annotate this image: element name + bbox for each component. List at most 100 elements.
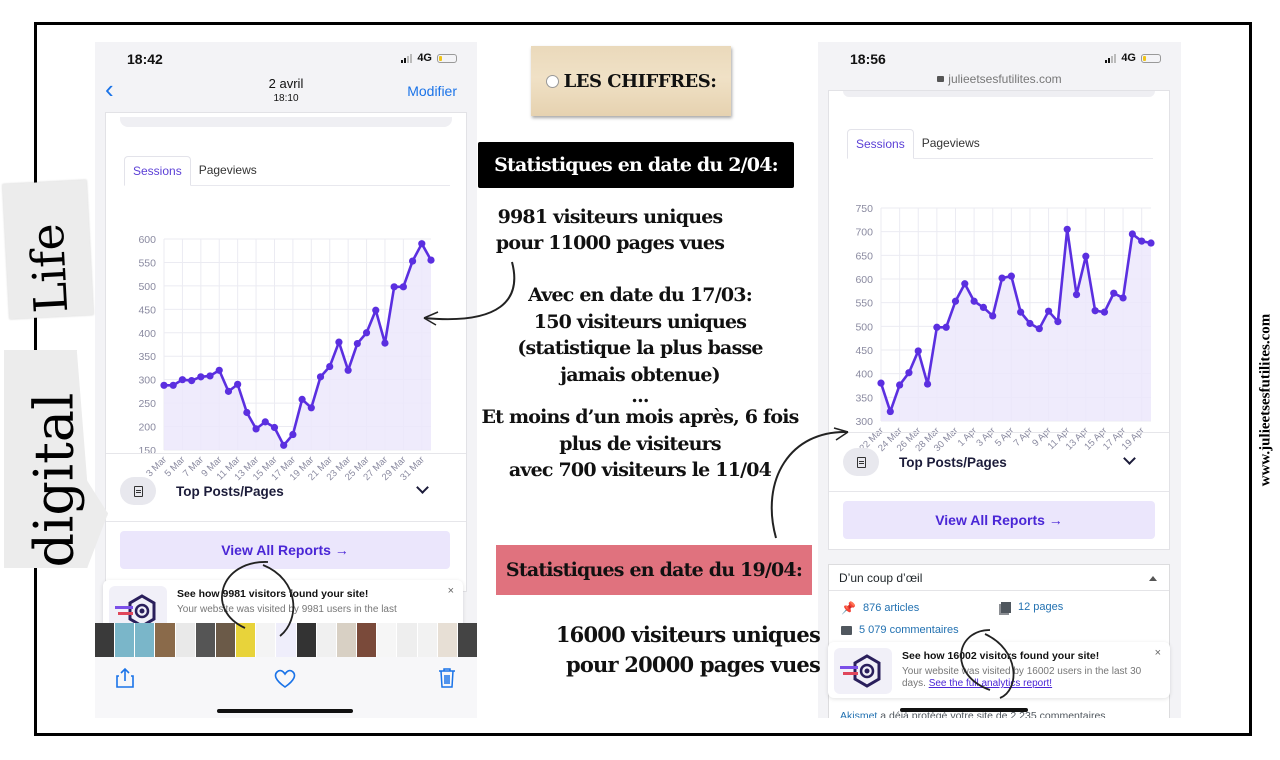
- photo-thumbnail[interactable]: [357, 623, 377, 657]
- comments-count[interactable]: 5 079 commentaires: [859, 624, 959, 636]
- tab-pageviews[interactable]: Pageviews: [191, 156, 265, 185]
- akismet-link[interactable]: Akismet: [840, 710, 877, 718]
- network-label: 4G: [1121, 52, 1136, 64]
- data-point: [427, 256, 435, 264]
- data-point: [877, 379, 885, 387]
- analytics-logo-icon: [840, 654, 881, 688]
- data-point: [188, 377, 196, 385]
- card-header-strip: [120, 117, 452, 127]
- photo-thumbnail[interactable]: [316, 623, 336, 657]
- collapse-triangle-icon[interactable]: [1149, 576, 1157, 581]
- photo-thumbnail-strip[interactable]: [95, 623, 477, 657]
- tab-sessions[interactable]: Sessions: [124, 156, 191, 186]
- divider: [829, 432, 1169, 433]
- y-tick-label: 600: [855, 274, 873, 286]
- photo-thumbnail[interactable]: [195, 623, 215, 657]
- site-url-vertical: www.julieetsesfutilites.com: [1257, 313, 1274, 487]
- data-point: [215, 366, 223, 374]
- at-a-glance-header[interactable]: D’un coup d’œil: [829, 565, 1169, 591]
- y-tick-label: 550: [855, 298, 873, 310]
- photo-thumbnail[interactable]: [377, 623, 397, 657]
- close-icon[interactable]: ×: [1155, 647, 1161, 659]
- y-tick-label: 350: [855, 392, 873, 404]
- stats-0204: 9981 visiteurs uniques pour 11000 pages …: [470, 204, 750, 256]
- data-point: [1072, 291, 1081, 299]
- heart-icon[interactable]: [273, 669, 297, 689]
- photo-thumbnail[interactable]: [397, 623, 417, 657]
- data-point: [252, 425, 260, 433]
- trash-icon[interactable]: [437, 667, 457, 689]
- chart-tabs: Sessions Pageviews: [124, 156, 450, 186]
- photo-thumbnail[interactable]: [296, 623, 316, 657]
- story-line: 150 visiteurs uniques: [533, 310, 747, 333]
- photo-thumbnail[interactable]: [155, 623, 175, 657]
- data-point: [326, 362, 334, 371]
- data-point: [280, 441, 288, 449]
- tab-pageviews[interactable]: Pageviews: [914, 129, 988, 158]
- stat-line: 9981 visiteurs uniques: [497, 206, 724, 228]
- photo-thumbnail[interactable]: [135, 623, 155, 657]
- articles-count[interactable]: 876 articles: [863, 602, 919, 614]
- data-point: [261, 418, 269, 426]
- photo-thumbnail[interactable]: [256, 623, 276, 657]
- chevron-down-icon[interactable]: [416, 481, 429, 494]
- data-point: [160, 381, 168, 389]
- data-point: [399, 283, 407, 291]
- story-line: plus de visiteurs: [559, 432, 721, 455]
- word-digital: digital: [22, 392, 86, 568]
- data-point: [289, 430, 297, 439]
- photo-thumbnail[interactable]: [175, 623, 195, 657]
- share-icon[interactable]: [115, 667, 135, 689]
- data-point: [234, 380, 242, 388]
- photo-thumbnail[interactable]: [457, 623, 477, 657]
- photo-thumbnail[interactable]: [215, 623, 236, 657]
- photo-thumbnail[interactable]: [437, 623, 457, 657]
- status-bar: 18:56 4G: [818, 42, 1181, 74]
- photo-thumbnail[interactable]: [115, 623, 135, 657]
- story-line: ...: [631, 385, 649, 407]
- status-time: 18:42: [127, 51, 163, 67]
- data-point: [270, 423, 279, 432]
- photo-thumbnail[interactable]: [417, 623, 437, 657]
- data-point: [905, 369, 913, 377]
- browser-url-bar[interactable]: julieetsesfutilites.com: [818, 72, 1181, 86]
- status-bar: 18:42 4G: [95, 42, 477, 74]
- chevron-down-icon[interactable]: [1123, 452, 1136, 465]
- pages-count[interactable]: 12 pages: [1018, 601, 1063, 613]
- photo-toolbar: [95, 657, 477, 718]
- top-posts-row[interactable]: Top Posts/Pages: [843, 448, 1007, 476]
- data-point: [1026, 319, 1034, 328]
- close-icon[interactable]: ×: [448, 585, 454, 597]
- photo-thumbnail[interactable]: [236, 623, 256, 657]
- full-report-link[interactable]: See the full analytics report!: [929, 678, 1052, 689]
- y-tick-label: 500: [855, 321, 873, 333]
- photo-thumbnail[interactable]: [336, 623, 357, 657]
- data-point: [1017, 308, 1025, 316]
- data-point: [998, 274, 1006, 282]
- y-tick-label: 150: [138, 445, 156, 457]
- story-line: Et moins d’un mois après, 6 fois: [481, 406, 799, 428]
- view-all-reports-button[interactable]: View All Reports →: [120, 531, 450, 569]
- document-icon: [133, 485, 143, 497]
- edit-button[interactable]: Modifier: [407, 83, 457, 99]
- comments-link[interactable]: 5 079 commentaires: [841, 624, 959, 636]
- story-line: Avec en date du 17/03:: [528, 284, 753, 306]
- phone-screenshot-right: 18:56 4G julieetsesfutilites.com Session…: [818, 42, 1181, 718]
- data-point: [979, 303, 988, 311]
- tab-sessions[interactable]: Sessions: [847, 129, 914, 159]
- url-text: julieetsesfutilites.com: [948, 72, 1062, 86]
- photo-thumbnail[interactable]: [95, 623, 115, 657]
- data-point: [206, 372, 214, 380]
- y-tick-label: 650: [855, 250, 873, 262]
- view-all-reports-button[interactable]: View All Reports →: [843, 501, 1155, 539]
- top-posts-row[interactable]: Top Posts/Pages: [120, 477, 284, 505]
- story-line: (statistique la plus basse: [517, 337, 763, 359]
- data-point: [1100, 308, 1109, 316]
- divider: [106, 453, 466, 454]
- document-icon-badge: [843, 448, 879, 476]
- data-point: [961, 280, 969, 288]
- data-point: [307, 404, 315, 412]
- photo-thumbnail[interactable]: [276, 623, 296, 657]
- articles-link[interactable]: 📌 876 articles: [841, 601, 919, 615]
- pages-link[interactable]: 12 pages: [1001, 601, 1063, 613]
